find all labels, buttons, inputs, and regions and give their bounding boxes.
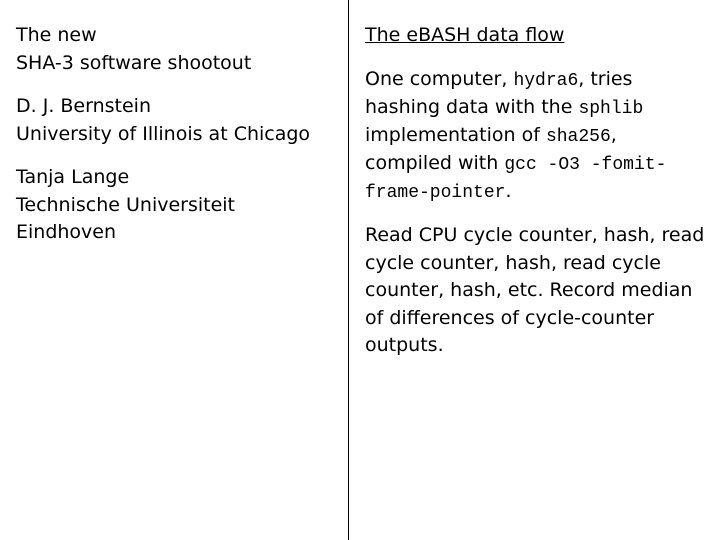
p1-text-c: implementation of (365, 124, 546, 146)
p1-code-hydra6: hydra6 (513, 71, 578, 91)
author-block-2: Tanja Lange Technische Universiteit Eind… (16, 164, 334, 247)
p1-text-e: . (505, 180, 511, 202)
right-column: The eBASH data flow One computer, hydra6… (348, 0, 720, 540)
slide-title: The new SHA-3 software shootout (16, 22, 334, 77)
heading-text: The eBASH data flow (365, 24, 564, 46)
author2-name: Tanja Lange (16, 166, 129, 188)
paragraph-2: Read CPU cycle counter, hash, read cycle… (365, 222, 706, 360)
author1-affiliation: University of Illinois at Chicago (16, 123, 310, 145)
author1-name: D. J. Bernstein (16, 95, 151, 117)
paragraph-1: One computer, hydra6, tries hashing data… (365, 66, 706, 206)
author-block-1: D. J. Bernstein University of Illinois a… (16, 93, 334, 148)
title-line1: The new (16, 24, 97, 46)
author2-affiliation: Technische Universiteit Eindhoven (16, 194, 235, 244)
p1-code-sha256: sha256 (546, 127, 611, 147)
left-column: The new SHA-3 software shootout D. J. Be… (0, 0, 348, 540)
p1-code-sphlib: sphlib (578, 99, 643, 119)
p1-text-a: One computer, (365, 68, 513, 90)
title-line2: SHA-3 software shootout (16, 52, 251, 74)
section-heading: The eBASH data flow (365, 22, 706, 50)
p2-text: Read CPU cycle counter, hash, read cycle… (365, 224, 704, 356)
slide: The new SHA-3 software shootout D. J. Be… (0, 0, 720, 540)
